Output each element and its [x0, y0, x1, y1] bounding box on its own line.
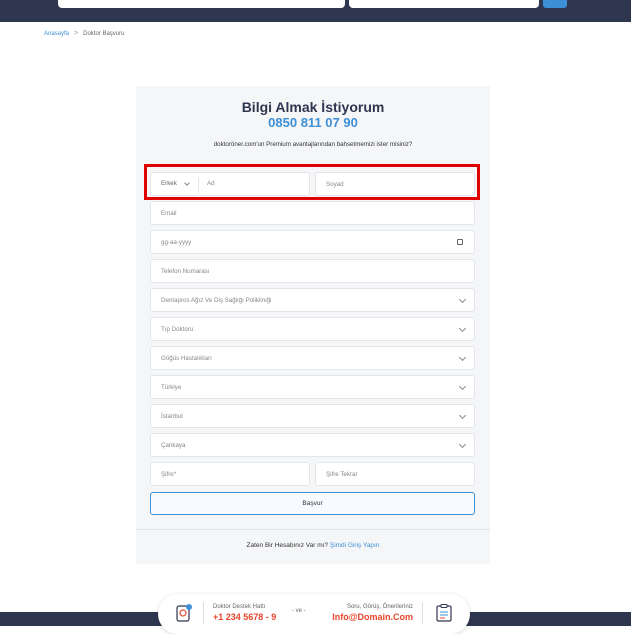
subspecialty-select[interactable]: Göğüs Hastalıkları — [150, 346, 475, 370]
form-phone-number[interactable]: 0850 811 07 90 — [136, 115, 490, 130]
doctor-support-icon — [176, 604, 192, 622]
last-name-input[interactable]: Soyad — [315, 172, 475, 196]
gender-select[interactable]: Erkek — [161, 180, 177, 187]
birthdate-field[interactable]: gg-aa-yyyy — [150, 230, 475, 254]
divider — [422, 602, 423, 624]
password-placeholder: Şifre* — [161, 470, 177, 478]
calendar-icon[interactable] — [457, 239, 463, 245]
city-select[interactable]: İstanbul — [150, 404, 475, 428]
login-prompt: Zaten Bir Hesabınız Var mı? Şimdi Giriş … — [136, 542, 490, 549]
password-repeat-field[interactable]: Şifre Tekrar — [315, 462, 475, 486]
country-select[interactable]: Türkiye — [150, 375, 475, 399]
last-name-placeholder: Soyad — [326, 180, 344, 188]
password-field[interactable]: Şifre* — [150, 462, 310, 486]
phone-field[interactable]: Telefon Numarası — [150, 259, 475, 283]
login-prompt-text: Zaten Bir Hesabınız Var mı? — [246, 542, 329, 549]
login-link[interactable]: Şimdi Giriş Yapın — [330, 542, 380, 549]
chevron-down-icon — [458, 295, 467, 304]
contact-pill: Doktor Destek Hattı +1 234 5678 - 9 - ve… — [158, 594, 470, 634]
feedback-email-link[interactable]: Info@Domain.Com — [318, 612, 413, 622]
top-navbar — [0, 0, 631, 22]
specialty-value: Tıp Doktoru — [161, 325, 194, 333]
support-phone-link[interactable]: +1 234 5678 - 9 — [213, 612, 276, 622]
name-row: Erkek Ad — [150, 172, 310, 196]
subspecialty-value: Göğüs Hastalıkları — [161, 354, 212, 362]
and-text: - ve - — [292, 608, 306, 614]
divider — [198, 177, 199, 193]
district-select[interactable]: Çankaya — [150, 433, 475, 457]
country-value: Türkiye — [161, 383, 182, 391]
chevron-down-icon — [184, 180, 190, 186]
header-search-button[interactable] — [543, 0, 567, 8]
header-location-input[interactable] — [349, 0, 539, 8]
first-name-input[interactable]: Ad — [207, 180, 215, 187]
email-field[interactable]: Email — [150, 201, 475, 225]
city-value: İstanbul — [161, 412, 183, 420]
clinic-select[interactable]: Dentapros Ağız Ve Diş Sağlığı Polikliniğ… — [150, 288, 475, 312]
clipboard-icon — [436, 604, 452, 622]
chevron-down-icon — [458, 353, 467, 362]
form-description: doktoröner.com'un Premium avantajlarında… — [213, 141, 413, 148]
clinic-value: Dentapros Ağız Ve Diş Sağlığı Polikliniğ… — [161, 296, 272, 304]
breadcrumb-home-link[interactable]: Anasayfa — [44, 31, 69, 37]
district-value: Çankaya — [161, 441, 186, 449]
breadcrumb-separator: > — [74, 30, 79, 37]
password-repeat-placeholder: Şifre Tekrar — [326, 470, 358, 478]
chevron-down-icon — [458, 411, 467, 420]
support-label: Doktor Destek Hattı — [213, 604, 266, 610]
email-placeholder: Email — [161, 209, 177, 217]
breadcrumb: Anasayfa > Doktor Başvuru — [44, 30, 124, 37]
submit-button[interactable]: Başvur — [150, 492, 475, 515]
chevron-down-icon — [458, 440, 467, 449]
divider — [203, 602, 204, 624]
form-title: Bilgi Almak İstiyorum — [241, 99, 385, 115]
divider — [136, 529, 490, 530]
chevron-down-icon — [458, 382, 467, 391]
breadcrumb-current: Doktor Başvuru — [83, 30, 125, 37]
phone-placeholder: Telefon Numarası — [161, 267, 210, 275]
date-placeholder: gg-aa-yyyy — [161, 238, 192, 246]
specialty-select[interactable]: Tıp Doktoru — [150, 317, 475, 341]
chevron-down-icon — [458, 324, 467, 333]
feedback-label: Soru, Görüş, Önerileriniz — [346, 604, 413, 610]
header-search-input[interactable] — [58, 0, 345, 8]
